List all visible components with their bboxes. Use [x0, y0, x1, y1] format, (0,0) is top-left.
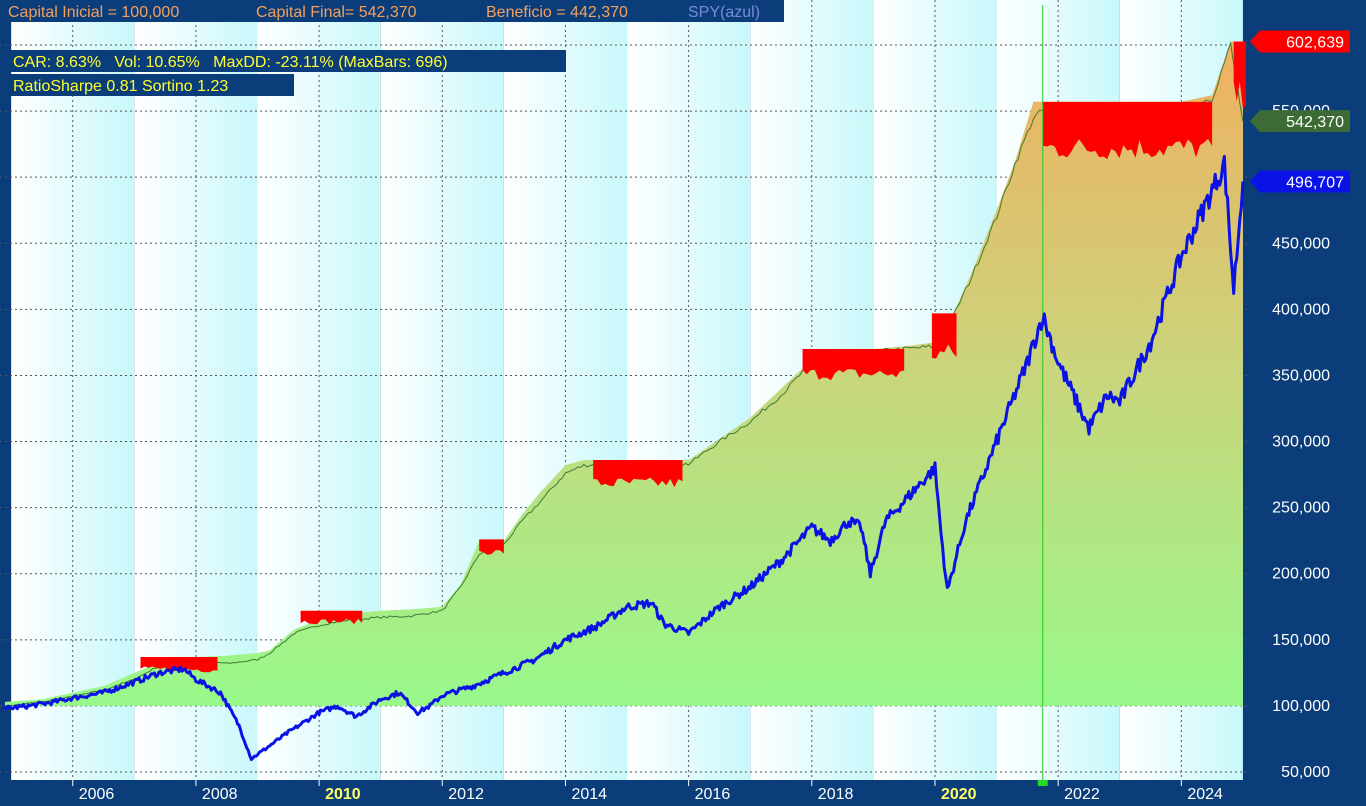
- y-tick-label: 250,000: [1272, 500, 1330, 517]
- x-tick-label: 2020: [941, 786, 977, 803]
- marker-flag: [1037, 780, 1048, 786]
- value-tag-label: 602,639: [1286, 35, 1344, 52]
- y-tick-label: 200,000: [1272, 566, 1330, 583]
- x-tick-label: 2010: [325, 786, 361, 803]
- x-tick-label: 2016: [695, 786, 731, 803]
- x-tick-label: 2024: [1187, 786, 1223, 803]
- equity-chart: 2006 2008 2010 2012 2014 2016 2018 2020 2022 2024…: [0, 0, 1366, 806]
- capital-inicial-text: Capital Inicial = 100,000: [8, 4, 179, 21]
- stats-line-2: RatioSharpe 0.81 Sortino 1.23: [13, 78, 228, 95]
- y-tick-label: 50,000: [1281, 764, 1330, 781]
- y-tick-label: 300,000: [1272, 434, 1330, 451]
- spy-legend-text: SPY(azul): [688, 4, 760, 21]
- capital-final-text: Capital Final= 542,370: [256, 4, 417, 21]
- x-tick-label: 2012: [448, 786, 484, 803]
- y-tick-label: 450,000: [1272, 235, 1330, 252]
- beneficio-text: Beneficio = 442,370: [486, 4, 628, 21]
- x-tick-label: 2006: [79, 786, 115, 803]
- x-tick-label: 2008: [202, 786, 238, 803]
- stats-line-1: CAR: 8.63% Vol: 10.65% MaxDD: -23.11% (M…: [13, 54, 448, 71]
- x-tick-label: 2022: [1064, 786, 1100, 803]
- drawdown-block: [931, 313, 957, 359]
- chart-root: 2006 2008 2010 2012 2014 2016 2018 2020 2022 2024…: [0, 0, 1366, 806]
- y-tick-label: 400,000: [1272, 301, 1330, 318]
- y-tick-label: 150,000: [1272, 632, 1330, 649]
- x-tick-label: 2014: [571, 786, 607, 803]
- x-tick-label: 2018: [818, 786, 854, 803]
- value-tag-label: 496,707: [1286, 175, 1344, 192]
- y-tick-label: 100,000: [1272, 698, 1330, 715]
- value-tag-label: 542,370: [1286, 114, 1344, 131]
- y-tick-label: 350,000: [1272, 367, 1330, 384]
